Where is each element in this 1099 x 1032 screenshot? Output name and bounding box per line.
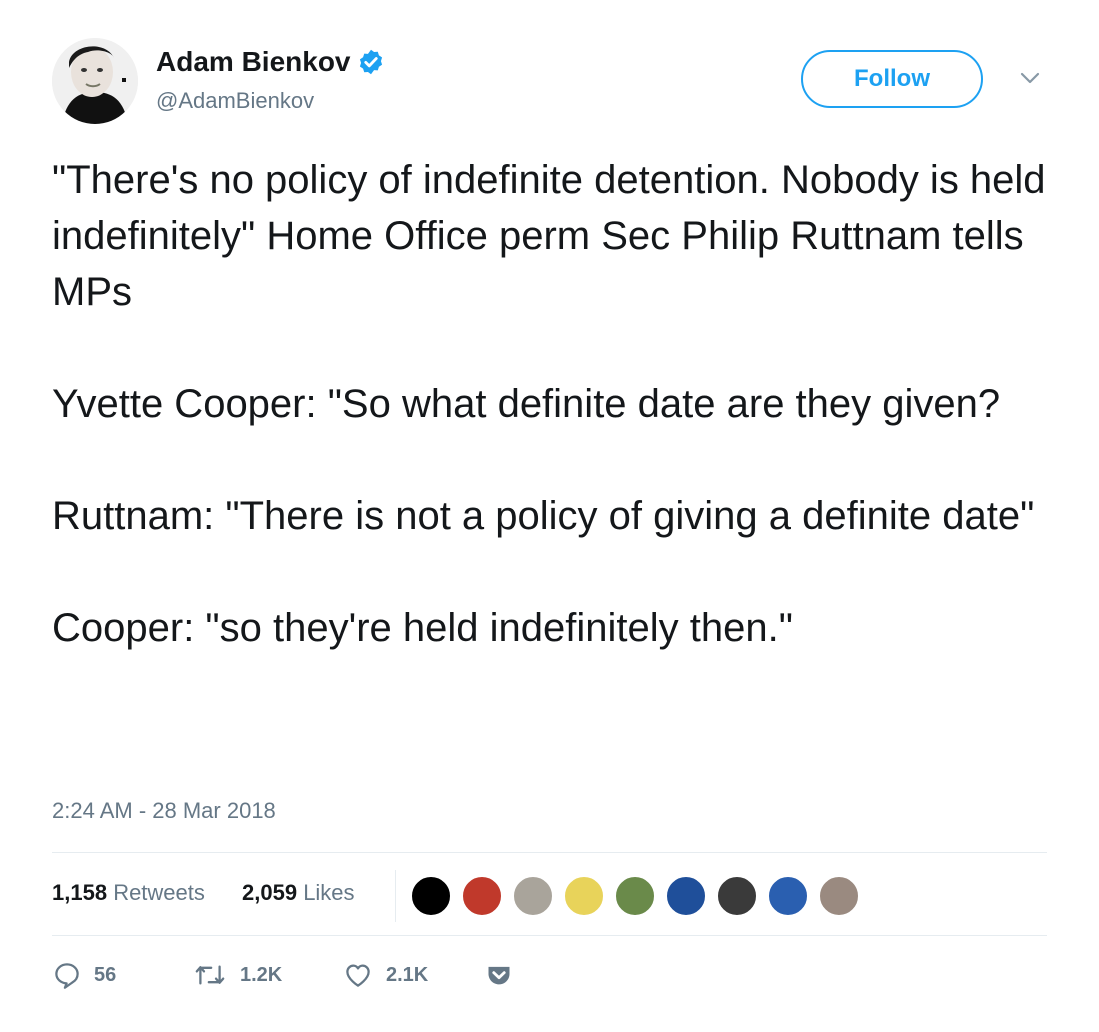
tweet-paragraph: Yvette Cooper: "So what definite date ar… (52, 382, 1001, 426)
liker-avatar[interactable] (818, 875, 860, 917)
tweet-header: Adam Bienkov @AdamBienkov Follow (52, 38, 1047, 130)
tweet-actions: 56 1.2K 2.1K (52, 955, 652, 995)
retweet-button[interactable]: 1.2K (192, 955, 282, 995)
retweet-count: 1.2K (240, 963, 283, 986)
like-count: 2.1K (386, 963, 429, 986)
tweet-timestamp[interactable]: 2:24 AM - 28 Mar 2018 (52, 798, 276, 824)
pocket-button[interactable] (485, 955, 513, 995)
author-name-block: Adam Bienkov @AdamBienkov (156, 46, 385, 114)
retweets-stat[interactable]: 1,158 Retweets (52, 880, 205, 906)
liker-avatar[interactable] (410, 875, 452, 917)
retweets-count: 1,158 (52, 880, 108, 905)
tweet-text: "There's no policy of indefinite detenti… (52, 152, 1052, 656)
follow-button[interactable]: Follow (801, 50, 983, 108)
liker-avatar[interactable] (563, 875, 605, 917)
chevron-down-icon[interactable] (1017, 68, 1043, 88)
divider-top (52, 852, 1047, 853)
author-avatar[interactable] (52, 38, 138, 124)
likes-label: Likes (303, 880, 355, 905)
liker-avatar[interactable] (767, 875, 809, 917)
likes-count: 2,059 (242, 880, 298, 905)
verified-badge-icon (359, 49, 382, 75)
liker-avatar[interactable] (614, 875, 656, 917)
retweets-label: Retweets (113, 880, 205, 905)
retweet-icon (195, 965, 225, 985)
reply-count: 56 (94, 963, 117, 986)
liker-avatar[interactable] (665, 875, 707, 917)
tweet-paragraph: Cooper: "so they're held indefinitely th… (52, 606, 793, 650)
reply-icon (55, 963, 79, 989)
tweet-paragraph: Ruttnam: "There is not a policy of givin… (52, 494, 1035, 538)
author-display-name[interactable]: Adam Bienkov (156, 46, 351, 78)
heart-icon (346, 964, 370, 987)
tweet-stats: 1,158 Retweets 2,059 Likes (52, 870, 1047, 922)
pocket-icon (488, 966, 510, 985)
author-handle[interactable]: @AdamBienkov (156, 88, 385, 114)
liker-avatar[interactable] (512, 875, 554, 917)
like-button[interactable]: 2.1K (342, 955, 428, 995)
divider-bottom (52, 935, 1047, 936)
stats-separator (395, 870, 396, 922)
liker-avatar[interactable] (716, 875, 758, 917)
reply-button[interactable]: 56 (52, 955, 116, 995)
likes-stat[interactable]: 2,059 Likes (242, 880, 355, 906)
liker-avatar[interactable] (461, 875, 503, 917)
tweet-paragraph: "There's no policy of indefinite detenti… (52, 158, 1057, 314)
